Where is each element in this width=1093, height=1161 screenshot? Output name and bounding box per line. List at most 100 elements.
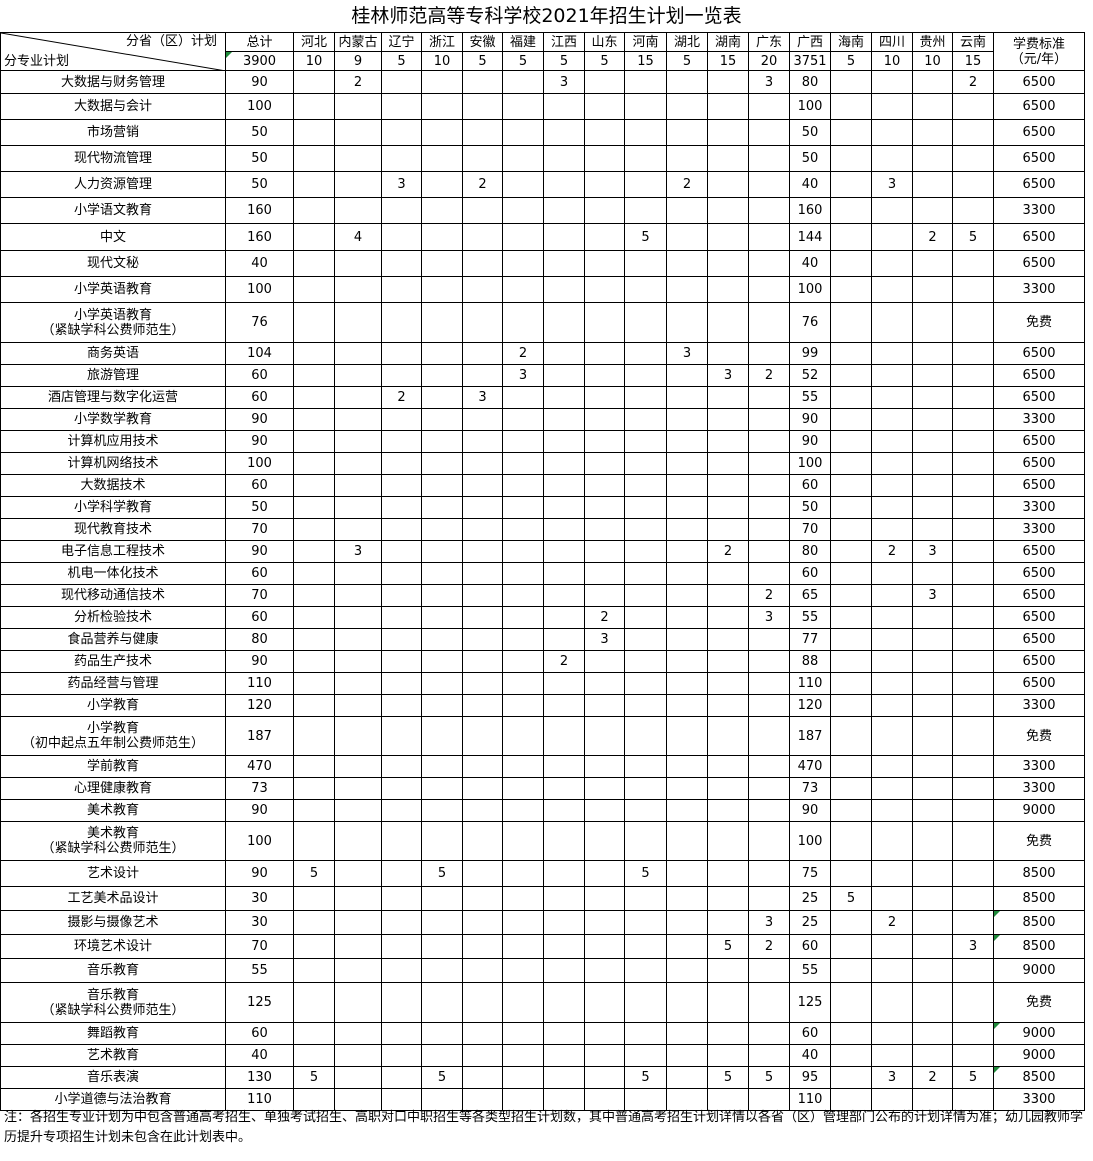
province-quota-cell — [462, 70, 503, 94]
province-quota-cell: 3 — [871, 1066, 913, 1089]
province-quota-cell — [293, 910, 335, 935]
province-quota-cell — [871, 452, 913, 475]
province-quota-cell — [666, 474, 708, 497]
province-quota-cell — [334, 958, 382, 983]
province-quota-cell — [871, 958, 913, 983]
province-quota-cell — [584, 540, 625, 563]
tuition-fee: 6500 — [993, 452, 1085, 475]
province-quota-cell — [584, 342, 625, 365]
province-quota-cell — [912, 799, 953, 822]
province-quota-cell — [293, 694, 335, 717]
province-quota-cell — [952, 716, 994, 756]
province-quota-cell — [584, 584, 625, 607]
province-quota-cell — [293, 119, 335, 146]
province-quota-cell: 2 — [912, 223, 953, 251]
major-name: 计算机网络技术 — [0, 452, 226, 475]
table-row: 小学科学教育 50 50 3300 — [0, 496, 1085, 519]
province-quota-cell — [912, 650, 953, 673]
major-total: 60 — [225, 1022, 294, 1045]
province-quota-cell — [462, 276, 503, 303]
tuition-fee-value: 3300 — [1022, 500, 1056, 515]
province-quota-cell — [584, 408, 625, 431]
province-quota-cell — [871, 562, 913, 585]
province-quota-cell — [912, 93, 953, 120]
province-quota-cell: 5 — [952, 223, 994, 251]
tuition-fee-value: 3300 — [1022, 203, 1056, 218]
province-quota-cell — [381, 364, 422, 387]
province-quota-cell — [543, 562, 585, 585]
major-total: 90 — [225, 70, 294, 94]
major-total: 73 — [225, 777, 294, 800]
province-quota-cell — [748, 628, 790, 651]
province-quota-cell — [624, 1044, 667, 1067]
tuition-fee: 6500 — [993, 250, 1085, 277]
province-quota-cell — [584, 364, 625, 387]
province-quota-cell — [871, 496, 913, 519]
province-quota-cell — [421, 934, 463, 959]
province-quota-cell — [462, 982, 503, 1023]
province-quota-cell — [502, 518, 544, 541]
province-quota-cell — [462, 628, 503, 651]
province-quota-cell — [293, 302, 335, 343]
province-quota-cell — [293, 452, 335, 475]
table-row: 小学英语教育 100 100 3300 — [0, 276, 1085, 303]
province-quota-cell — [871, 886, 913, 911]
province-quota-cell — [952, 474, 994, 497]
major-name: 音乐教育 （紧缺学科公费师范生） — [0, 982, 226, 1023]
province-quota-cell — [543, 821, 585, 861]
province-quota-cell — [871, 386, 913, 409]
major-total: 70 — [225, 934, 294, 959]
province-quota-cell — [666, 496, 708, 519]
province-quota-cell — [293, 145, 335, 172]
province-quota-cell — [502, 777, 544, 800]
province-quota-cell — [748, 342, 790, 365]
province-quota-cell — [707, 777, 749, 800]
province-quota-cell — [381, 197, 422, 224]
province-quota-cell: 5 — [421, 1066, 463, 1089]
province-quota-cell — [543, 452, 585, 475]
province-quota-cell — [381, 145, 422, 172]
province-quota-cell — [293, 496, 335, 519]
province-quota-cell — [624, 934, 667, 959]
province-quota-cell — [334, 934, 382, 959]
province-quota-cell — [421, 650, 463, 673]
major-name-line: 小学数学教育 — [73, 412, 152, 427]
table-row: 药品经营与管理 110 110 6500 — [0, 672, 1085, 695]
province-quota-cell — [666, 540, 708, 563]
province-quota-cell: 470 — [789, 755, 831, 778]
major-total: 90 — [225, 408, 294, 431]
province-quota-cell — [381, 452, 422, 475]
province-quota-cell — [952, 672, 994, 695]
province-quota-cell — [502, 910, 544, 935]
province-quota-cell — [871, 584, 913, 607]
province-quota-cell — [381, 1066, 422, 1089]
province-quota-cell — [334, 886, 382, 911]
tuition-fee-value: 6500 — [1022, 566, 1056, 581]
province-quota-cell — [334, 276, 382, 303]
province-quota-cell — [421, 628, 463, 651]
major-name-line: （紧缺学科公费师范生） — [41, 322, 185, 338]
tuition-fee: 9000 — [993, 799, 1085, 822]
province-quota-cell — [707, 386, 749, 409]
province-quota-cell — [748, 430, 790, 453]
province-quota-cell — [334, 860, 382, 887]
province-quota-cell — [666, 70, 708, 94]
major-total: 100 — [225, 452, 294, 475]
province-quota-cell — [334, 474, 382, 497]
province-quota-cell — [871, 223, 913, 251]
major-name-line: （初中起点五年制公费师范生） — [21, 736, 204, 751]
province-quota-cell — [871, 70, 913, 94]
province-quota-cell — [334, 755, 382, 778]
major-name: 舞蹈教育 — [0, 1022, 226, 1045]
province-quota-cell — [502, 452, 544, 475]
province-quota-cell: 3 — [748, 70, 790, 94]
province-quota-cell — [871, 430, 913, 453]
major-name: 艺术教育 — [0, 1044, 226, 1067]
major-name: 分析检验技术 — [0, 606, 226, 629]
province-quota-cell — [381, 799, 422, 822]
province-quota-cell — [334, 452, 382, 475]
province-quota-cell: 3 — [748, 910, 790, 935]
province-quota-cell — [502, 958, 544, 983]
tuition-fee: 6500 — [993, 562, 1085, 585]
tuition-fee: 8500 — [993, 1066, 1085, 1089]
